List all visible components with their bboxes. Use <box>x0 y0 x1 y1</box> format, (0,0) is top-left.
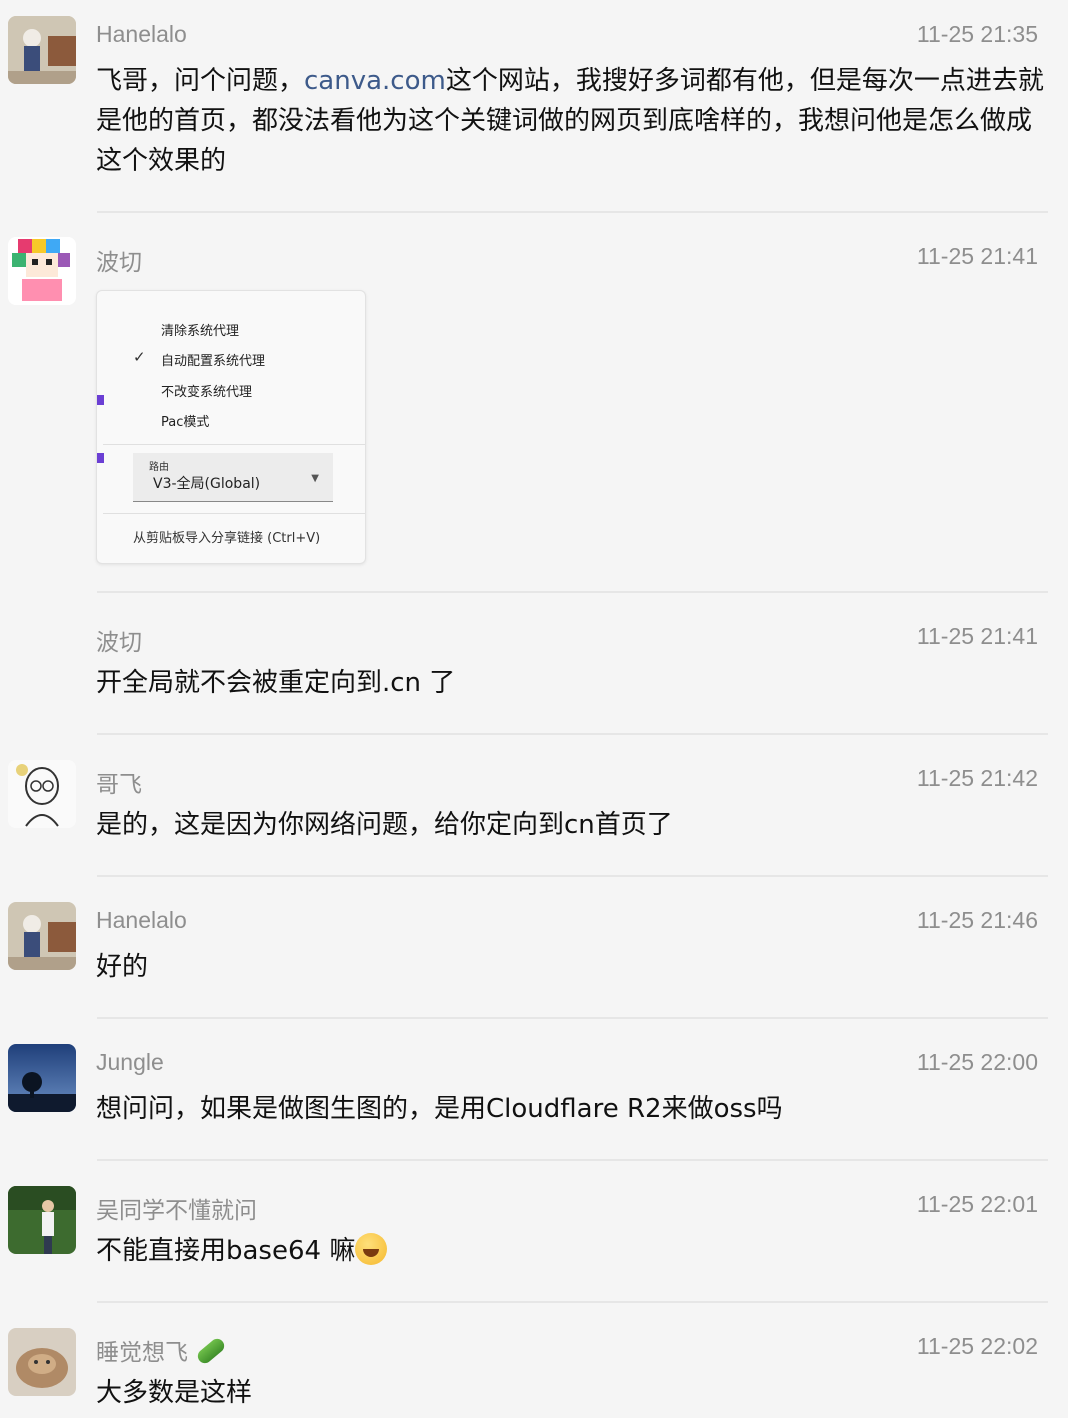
avatar-image <box>8 16 76 84</box>
avatar-bochie[interactable] <box>8 237 76 305</box>
purple-accent <box>97 395 104 405</box>
menu-item-pac-mode[interactable]: Pac模式 <box>161 411 209 430</box>
avatar-image <box>8 1044 76 1112</box>
message-divider <box>97 1017 1048 1019</box>
route-label: 路由 <box>149 462 169 473</box>
message-divider <box>97 591 1048 593</box>
sender-name: 吴同学不懂就问 <box>96 1197 257 1223</box>
avatar-sleep[interactable] <box>8 1328 76 1396</box>
checkmark-icon: ✓ <box>133 348 146 366</box>
avatar-image <box>8 1328 76 1396</box>
message-text: 大多数是这样 <box>96 1378 253 1408</box>
avatar-hanelalo[interactable] <box>8 902 76 970</box>
menu-item-clear-proxy[interactable]: 清除系统代理 <box>161 320 239 339</box>
route-select[interactable]: 路由 V3-全局(Global) ▼ <box>133 453 333 502</box>
message-text: 飞哥，问个问题，canva.com这个网站，我搜好多词都有他，但是每次一点进去就… <box>96 61 1048 181</box>
message-time: 11-25 22:02 <box>916 1333 1038 1359</box>
avatar-jungle[interactable] <box>8 1044 76 1112</box>
message-divider <box>97 211 1048 213</box>
menu-divider <box>103 513 365 514</box>
message-time: 11-25 22:01 <box>916 1191 1038 1217</box>
menu-item-import-clipboard[interactable]: 从剪贴板导入分享链接 (Ctrl+V) <box>133 527 320 546</box>
sender-name: 波切 <box>96 629 142 655</box>
message-text: 好的 <box>96 952 149 982</box>
message-text: 是的，这是因为你网络问题，给你定向到cn首页了 <box>96 810 673 840</box>
sender-name: 哥飞 <box>96 771 142 797</box>
message-text: 开全局就不会被重定向到.cn 了 <box>96 668 456 698</box>
purple-accent <box>97 453 104 463</box>
message-text: 不能直接用base64 嘛 <box>96 1231 1048 1271</box>
message-time: 11-25 22:00 <box>916 1049 1038 1075</box>
sender-name: 波切 <box>96 249 142 275</box>
laughing-emoji-icon <box>355 1233 388 1265</box>
sender-name: Jungle <box>96 1049 164 1075</box>
avatar-image <box>8 237 76 305</box>
sender-name: Hanelalo <box>96 907 187 933</box>
dropdown-caret-icon: ▼ <box>311 473 319 484</box>
message-time: 11-25 21:35 <box>916 21 1038 47</box>
route-value: V3-全局(Global) <box>153 476 261 492</box>
message-text: 想问问，如果是做图生图的，是用Cloudflare R2来做oss吗 <box>96 1094 783 1124</box>
message-time: 11-25 21:41 <box>916 623 1038 649</box>
canva-link[interactable]: canva.com <box>304 66 446 96</box>
menu-item-auto-proxy[interactable]: 自动配置系统代理 <box>161 350 265 369</box>
avatar-image <box>8 902 76 970</box>
message-divider <box>97 875 1048 877</box>
message-text-part: 不能直接用base64 嘛 <box>96 1236 356 1266</box>
message-time: 11-25 21:41 <box>916 243 1038 269</box>
message-time: 11-25 21:42 <box>916 765 1038 791</box>
message-divider <box>97 733 1048 735</box>
sender-name: Hanelalo <box>96 21 187 47</box>
avatar-wu[interactable] <box>8 1186 76 1254</box>
sender-name: 睡觉想飞 <box>96 1333 227 1367</box>
cucumber-emoji-icon <box>195 1335 227 1367</box>
message-time: 11-25 21:46 <box>916 907 1038 933</box>
message-divider <box>97 1159 1048 1161</box>
message-text-part: 飞哥，问个问题， <box>96 66 305 96</box>
avatar-gefei[interactable] <box>8 760 76 828</box>
avatar-image <box>8 760 76 828</box>
avatar-image <box>8 1186 76 1254</box>
message-divider <box>97 1301 1048 1303</box>
menu-item-keep-proxy[interactable]: 不改变系统代理 <box>161 381 252 400</box>
menu-divider <box>103 444 365 445</box>
sender-name-text: 睡觉想飞 <box>96 1339 188 1365</box>
proxy-menu-screenshot[interactable]: 清除系统代理 ✓ 自动配置系统代理 不改变系统代理 Pac模式 路由 V3-全局… <box>96 290 366 564</box>
avatar-hanelalo[interactable] <box>8 16 76 84</box>
